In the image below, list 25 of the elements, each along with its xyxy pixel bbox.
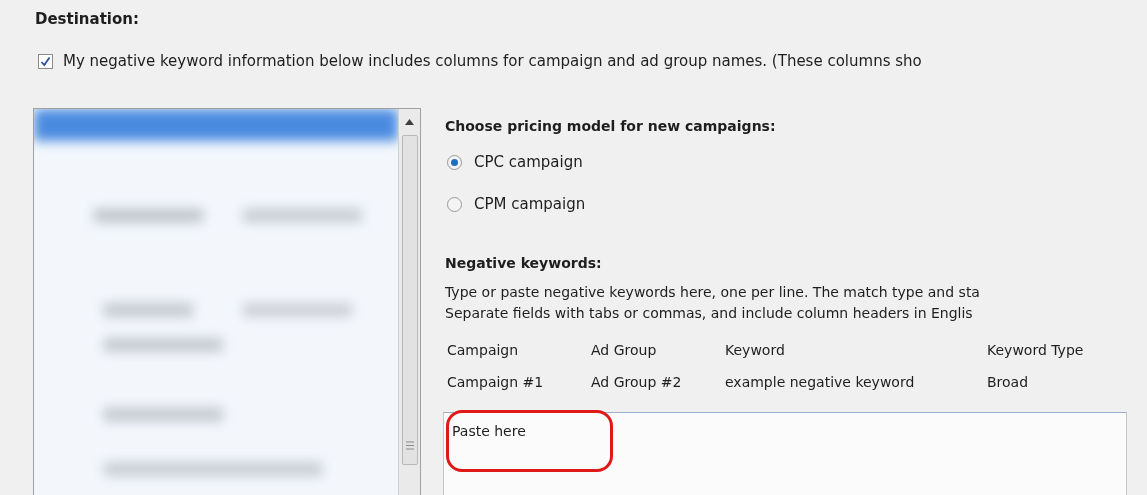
input-field[interactable]: Paste here	[443, 412, 1127, 495]
section-title: Choose pricing model for new campaigns:	[445, 117, 777, 136]
radio-button[interactable]	[447, 154, 462, 170]
table-cell: Broad	[987, 374, 1029, 390]
column-header: Keyword Type	[987, 342, 1084, 358]
checkbox[interactable]	[38, 53, 53, 69]
table-cell: Ad Group #2	[591, 374, 682, 390]
checkbox-label: My negative keyword information below includes columns for campaign and ad group names. (These columns sho	[63, 51, 922, 72]
radio-label: CPC campaign	[474, 152, 583, 173]
scrollbar-thumb[interactable]	[401, 135, 418, 465]
check-icon	[40, 55, 51, 67]
section-title: Negative keywords:	[445, 254, 603, 273]
scrollbar[interactable]	[398, 109, 420, 495]
column-header: Keyword	[725, 342, 785, 358]
up-arrow-icon[interactable]	[405, 119, 414, 125]
description-text: Type or paste negative keywords here, one per line. The match type and sta	[445, 283, 981, 302]
description-text: Separate fields with tabs or commas, and include column headers in Englis	[445, 304, 974, 323]
radio-button[interactable]	[447, 196, 462, 212]
table-cell: Campaign #1	[447, 374, 544, 390]
column-header: Campaign	[447, 342, 519, 358]
radio-label: CPM campaign	[474, 194, 586, 215]
section-title: Destination:	[35, 9, 139, 30]
grip-icon	[405, 441, 414, 450]
table-cell: example negative keyword	[725, 374, 915, 390]
column-header: Ad Group	[591, 342, 657, 358]
